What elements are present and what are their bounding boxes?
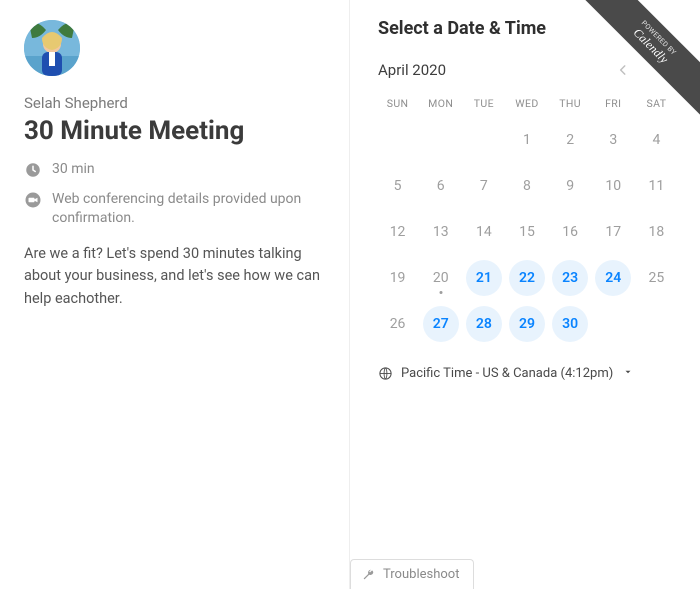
duration-text: 30 min	[52, 160, 95, 180]
weekday-mon: MON	[421, 97, 460, 110]
month-label: April 2020	[378, 61, 446, 79]
calendar-day-12: 12	[378, 214, 417, 250]
troubleshoot-button[interactable]: Troubleshoot	[350, 559, 474, 589]
next-month-button[interactable]	[658, 61, 676, 79]
calendar-day-1: 1	[507, 122, 546, 158]
calendar-day-23[interactable]: 23	[552, 260, 588, 296]
calendar-day-3: 3	[594, 122, 633, 158]
calendar-day-4: 4	[637, 122, 676, 158]
timezone-text: Pacific Time - US & Canada (4:12pm)	[401, 366, 613, 381]
troubleshoot-label: Troubleshoot	[383, 567, 459, 582]
weekday-sun: SUN	[378, 97, 417, 110]
calendar-day-2: 2	[551, 122, 590, 158]
week-row: 567891011	[378, 168, 676, 204]
calendar-day-26: 26	[378, 306, 417, 342]
calendar-day-11: 11	[637, 168, 676, 204]
calendar-day-empty	[421, 122, 460, 158]
calendar-day-20: 20	[421, 260, 460, 296]
calendar-day-empty	[637, 306, 676, 342]
globe-icon	[378, 366, 393, 381]
calendar-day-6: 6	[421, 168, 460, 204]
location-row: Web conferencing details provided upon c…	[24, 190, 325, 229]
weekday-header: SUN MON TUE WED THU FRI SAT	[378, 97, 676, 110]
calendar-day-9: 9	[551, 168, 590, 204]
chevron-right-icon	[660, 63, 674, 77]
calendar-day-21[interactable]: 21	[466, 260, 502, 296]
calendar-day-27[interactable]: 27	[423, 306, 459, 342]
host-name: Selah Shepherd	[24, 94, 325, 112]
calendar-day-19: 19	[378, 260, 417, 296]
wrench-icon	[361, 568, 375, 582]
calendar-day-7: 7	[464, 168, 503, 204]
calendar-day-13: 13	[421, 214, 460, 250]
ribbon-powered: POWERED BY	[592, 0, 700, 105]
video-icon	[24, 191, 42, 209]
calendar-day-empty	[378, 122, 417, 158]
calendar-day-29[interactable]: 29	[509, 306, 545, 342]
calendar-day-15: 15	[507, 214, 546, 250]
event-description: Are we a fit? Let's spend 30 minutes tal…	[24, 243, 325, 310]
calendar-day-28[interactable]: 28	[466, 306, 502, 342]
caret-down-icon	[623, 366, 633, 381]
calendar-day-14: 14	[464, 214, 503, 250]
calendar-day-16: 16	[551, 214, 590, 250]
week-row: 19202122232425	[378, 260, 676, 296]
calendar-day-30[interactable]: 30	[552, 306, 588, 342]
weekday-sat: SAT	[637, 97, 676, 110]
clock-icon	[24, 161, 42, 179]
calendar-day-24[interactable]: 24	[595, 260, 631, 296]
event-title: 30 Minute Meeting	[24, 116, 325, 146]
calendar-day-25: 25	[637, 260, 676, 296]
calendar-day-8: 8	[507, 168, 546, 204]
week-row: 2627282930	[378, 306, 676, 342]
calendar-panel: POWERED BY Calendly Select a Date & Time…	[350, 0, 700, 589]
weekday-tue: TUE	[464, 97, 503, 110]
weekday-wed: WED	[507, 97, 546, 110]
calendar-day-empty	[464, 122, 503, 158]
calendar-day-18: 18	[637, 214, 676, 250]
weekday-fri: FRI	[594, 97, 633, 110]
calendar-day-22[interactable]: 22	[509, 260, 545, 296]
host-avatar	[24, 20, 80, 76]
week-row: 12131415161718	[378, 214, 676, 250]
event-info-panel: Selah Shepherd 30 Minute Meeting 30 min …	[0, 0, 350, 589]
calendar-day-17: 17	[594, 214, 633, 250]
week-row: 1234	[378, 122, 676, 158]
timezone-selector[interactable]: Pacific Time - US & Canada (4:12pm)	[378, 366, 676, 381]
weekday-thu: THU	[551, 97, 590, 110]
prev-month-button[interactable]	[614, 61, 632, 79]
calendar-day-10: 10	[594, 168, 633, 204]
select-heading: Select a Date & Time	[378, 18, 676, 39]
calendar-grid: 1234567891011121314151617181920212223242…	[378, 122, 676, 342]
calendar-day-5: 5	[378, 168, 417, 204]
chevron-left-icon	[616, 63, 630, 77]
location-text: Web conferencing details provided upon c…	[52, 190, 325, 229]
duration-row: 30 min	[24, 160, 325, 180]
calendar-day-empty	[594, 306, 633, 342]
